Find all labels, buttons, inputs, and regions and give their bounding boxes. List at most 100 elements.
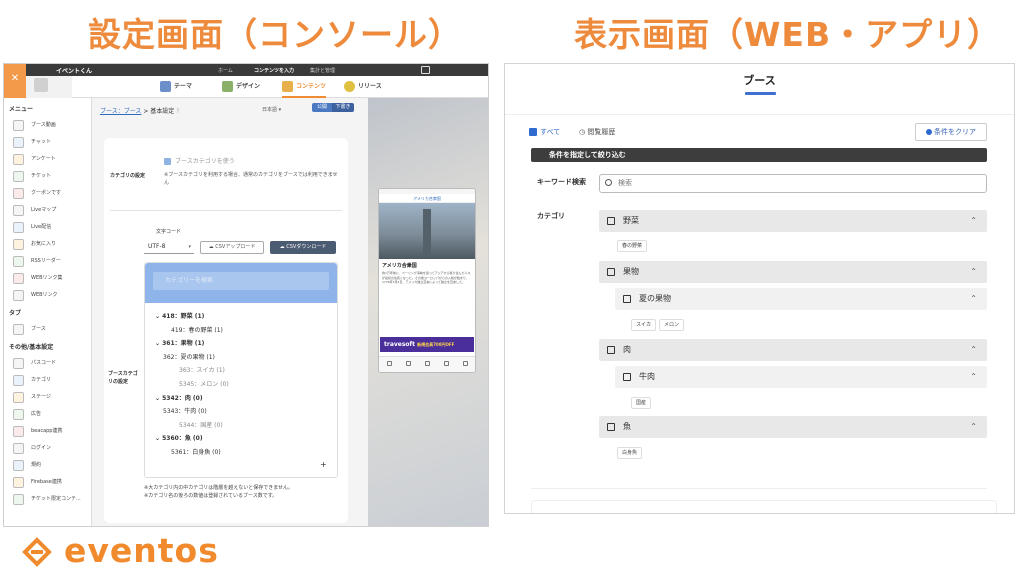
- checkbox-icon[interactable]: [607, 268, 615, 276]
- sidebar-item-other-7[interactable]: Firebase連携: [4, 474, 91, 491]
- sidebar-item-icon: [13, 358, 24, 369]
- preview-panel: アメリカ合衆国 アメリカ合衆国 約1万年前に、ベーリング海峡を渡ってアジアから移…: [368, 98, 488, 526]
- tab-all[interactable]: すべて: [529, 127, 560, 137]
- search-input[interactable]: 検索: [599, 174, 987, 193]
- sidebar-item-other-4[interactable]: beacapp連携: [4, 423, 91, 440]
- admin-tabs: テーマ デザイン コンテンツ リリース: [72, 76, 488, 98]
- sidebar-item-icon: [13, 137, 24, 148]
- sidebar-item-other-0[interactable]: パスコード: [4, 355, 91, 372]
- sidebar-item-menu-8[interactable]: RSSリーダー: [4, 253, 91, 270]
- sidebar-item-other-2[interactable]: ステージ: [4, 389, 91, 406]
- checkbox-icon[interactable]: [607, 423, 615, 431]
- top-link-content[interactable]: コンテンツを入力: [254, 67, 294, 74]
- tree-node[interactable]: ⌄ 361：果物 (1): [155, 338, 204, 347]
- category-fish-label: 魚: [623, 422, 631, 431]
- app-icon-area: [26, 76, 72, 98]
- sidebar-item-icon: [13, 392, 24, 403]
- settings-card: カテゴリの設定 ブースカテゴリを使う ※ブースカテゴリを利用する場合、通常のカテ…: [104, 138, 348, 523]
- tree-header: カテゴリーを検索: [145, 263, 337, 303]
- chip-white-fish[interactable]: 白身魚: [617, 447, 643, 459]
- sidebar-item-other-5[interactable]: ログイン: [4, 440, 91, 457]
- chip-watermelon[interactable]: スイカ: [631, 319, 657, 331]
- tree-node[interactable]: 5343：牛肉 (0): [163, 406, 207, 415]
- add-category-button[interactable]: +: [320, 460, 327, 469]
- breadcrumb-link[interactable]: ブース：ブース: [100, 108, 141, 115]
- category-search-input[interactable]: カテゴリーを検索: [153, 272, 329, 290]
- sidebar-item-icon: [13, 205, 24, 216]
- chip-melon[interactable]: メロン: [659, 319, 685, 331]
- display-screen-heading: 表示画面（WEB・アプリ）: [574, 15, 1002, 54]
- settings-icon[interactable]: [421, 66, 430, 74]
- tree-node[interactable]: ⌄ 418：野菜 (1): [155, 311, 204, 320]
- sidebar-item-menu-3[interactable]: チケット: [4, 168, 91, 185]
- top-link-home[interactable]: ホーム: [218, 67, 233, 74]
- tab-content[interactable]: コンテンツ: [282, 81, 327, 98]
- sidebar-item-other-6[interactable]: 規約: [4, 457, 91, 474]
- nav-menu-icon[interactable]: [463, 361, 468, 366]
- checkbox-icon[interactable]: [607, 217, 615, 225]
- sidebar-item-other-3[interactable]: 広告: [4, 406, 91, 423]
- category-tree: カテゴリーを検索 ⌄ 418：野菜 (1) 419：春の野菜 (1) ⌄ 361：果…: [144, 262, 338, 478]
- category-beef[interactable]: 牛肉 ⌃: [615, 366, 987, 388]
- csv-download-button[interactable]: ☁ CSVダウンロード: [270, 241, 336, 254]
- booth-list-card[interactable]: [531, 500, 997, 513]
- sidebar-item-icon: [13, 443, 24, 454]
- sidebar-item-icon: [13, 494, 24, 505]
- top-link-analytics[interactable]: 集計と管理: [310, 67, 335, 74]
- tree-node[interactable]: ⌄ 5342：肉 (0): [155, 393, 203, 402]
- tree-node[interactable]: 5345：メロン (0): [179, 379, 229, 388]
- sidebar-item-menu-7[interactable]: お気に入り: [4, 236, 91, 253]
- category-fish[interactable]: 魚 ⌃: [599, 416, 987, 438]
- tree-node[interactable]: 5344：国産 (0): [179, 420, 223, 429]
- tab-release[interactable]: リリース: [344, 81, 382, 92]
- encoding-select[interactable]: UTF-8 ▾: [144, 240, 194, 254]
- sidebar-tab-title: タブ: [9, 310, 22, 317]
- chip-domestic[interactable]: 国産: [631, 397, 652, 409]
- checkbox-icon[interactable]: [623, 373, 631, 381]
- sidebar-item-menu-1[interactable]: チャット: [4, 134, 91, 151]
- clear-conditions-button[interactable]: 条件をクリア: [915, 123, 987, 141]
- close-icon[interactable]: ✕: [4, 64, 26, 98]
- sidebar-item-label: ブース動画: [31, 122, 56, 128]
- tree-node[interactable]: 419：春の野菜 (1): [171, 325, 223, 334]
- draft-button[interactable]: 下書き: [332, 103, 354, 112]
- tab-theme[interactable]: テーマ: [160, 81, 192, 92]
- tree-node[interactable]: 5361：白身魚 (0): [171, 447, 221, 456]
- nav-list-icon[interactable]: [406, 361, 411, 366]
- sidebar-item-menu-4[interactable]: クーポンです: [4, 185, 91, 202]
- sidebar-item-label: パスコード: [31, 360, 57, 366]
- chip-spring-veg[interactable]: 春の野菜: [617, 240, 648, 252]
- sidebar-item-other-1[interactable]: カテゴリ: [4, 372, 91, 389]
- nav-home-icon[interactable]: [387, 361, 392, 366]
- tab-design[interactable]: デザイン: [222, 81, 260, 92]
- sidebar-item-icon: [13, 409, 24, 420]
- sidebar-item-menu-10[interactable]: WEBリンク: [4, 287, 91, 304]
- sidebar-item-menu-2[interactable]: アンケート: [4, 151, 91, 168]
- language-select[interactable]: 日本語 ▾: [262, 106, 281, 113]
- checkbox-icon[interactable]: [607, 346, 615, 354]
- tree-node[interactable]: 362：夏の果物 (1): [163, 352, 215, 361]
- nav-star-icon[interactable]: [444, 361, 449, 366]
- sidebar-item-other-8[interactable]: チケット限定コンテ...: [4, 491, 91, 508]
- sidebar-item-menu-9[interactable]: WEBリンク集: [4, 270, 91, 287]
- checkbox-icon[interactable]: [623, 295, 631, 303]
- nav-map-icon[interactable]: [425, 361, 430, 366]
- category-summer-fruit[interactable]: 夏の果物 ⌃: [615, 288, 987, 310]
- tab-history[interactable]: ◷ 閲覧履歴: [579, 127, 615, 137]
- tree-node[interactable]: 363：スイカ (1): [179, 365, 225, 374]
- category-vegetables[interactable]: 野菜 ⌃: [599, 210, 987, 232]
- tree-node[interactable]: ⌄ 5360：魚 (0): [155, 433, 203, 442]
- help-icon[interactable]: ?: [176, 108, 179, 115]
- sidebar-item-tab-0[interactable]: ブース: [4, 321, 91, 338]
- sidebar-item-menu-0[interactable]: ブース動画: [4, 117, 91, 134]
- phone-ad-banner[interactable]: travesoft 新規会員700円OFF: [380, 337, 474, 352]
- csv-upload-button[interactable]: ☁ CSVアップロード: [200, 241, 264, 254]
- sidebar-item-menu-5[interactable]: Liveマップ: [4, 202, 91, 219]
- publish-button[interactable]: 公開: [312, 103, 332, 112]
- filter-bar[interactable]: 条件を指定して絞り込む: [531, 148, 987, 162]
- use-booth-category-checkbox[interactable]: ブースカテゴリを使う: [164, 156, 235, 165]
- category-meat[interactable]: 肉 ⌃: [599, 339, 987, 361]
- category-fruit[interactable]: 果物 ⌃: [599, 261, 987, 283]
- sidebar-item-menu-6[interactable]: Live配信: [4, 219, 91, 236]
- sidebar-item-label: ログイン: [31, 445, 52, 451]
